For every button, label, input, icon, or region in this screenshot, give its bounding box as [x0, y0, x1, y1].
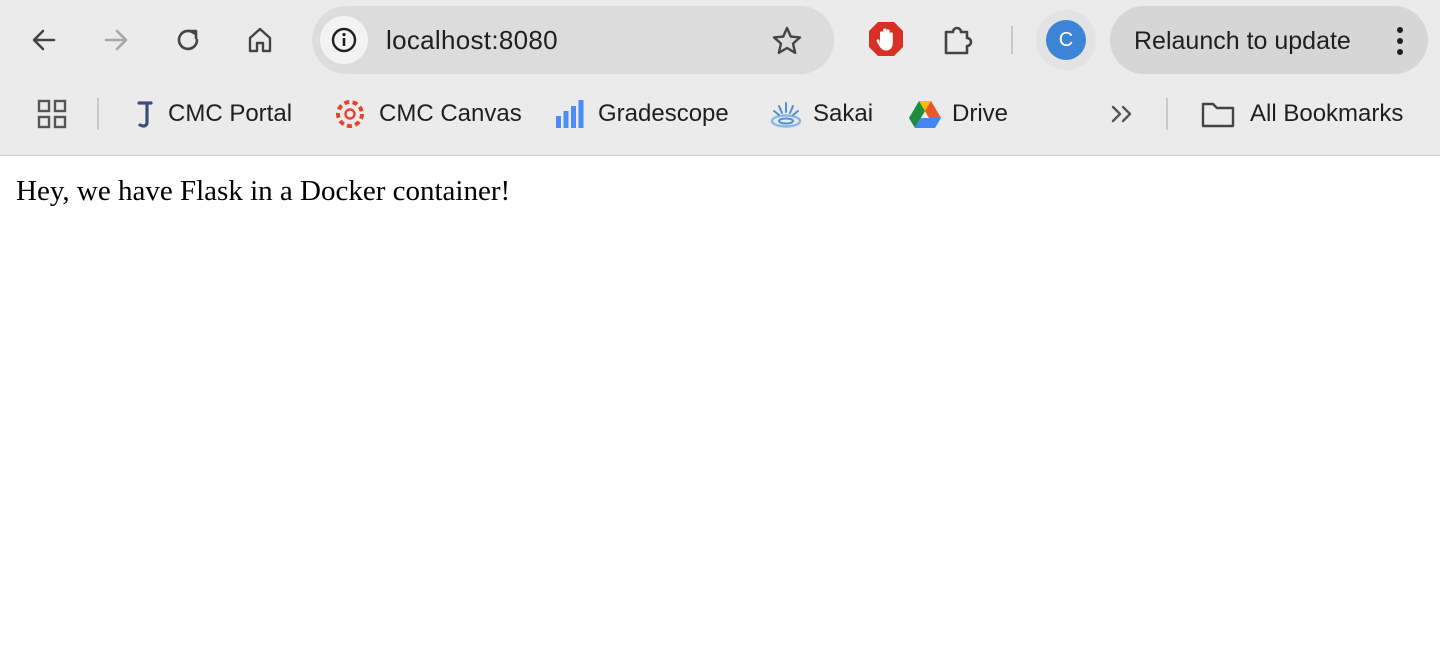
sakai-logo-icon	[770, 102, 802, 128]
google-drive-icon	[909, 101, 941, 128]
all-bookmarks-button[interactable]: All Bookmarks	[1200, 96, 1403, 132]
bookmark-label: Sakai	[813, 100, 874, 127]
folder-icon	[1201, 102, 1235, 128]
bookmark-gradescope[interactable]: Gradescope	[554, 96, 729, 132]
address-bar[interactable]: localhost:8080	[312, 6, 834, 74]
bookmark-cmc-canvas[interactable]: CMC Canvas	[333, 96, 522, 132]
relaunch-button[interactable]: Relaunch to update	[1110, 6, 1428, 74]
reload-icon[interactable]	[166, 18, 210, 62]
url-text[interactable]: localhost:8080	[386, 26, 558, 54]
kebab-menu-icon[interactable]	[1396, 26, 1404, 61]
browser-toolbar: localhost:8080 C Relaunch to update	[0, 0, 1440, 80]
bookmarks-bar: CMC Portal CMC Canvas Gradescope Sakai D…	[0, 80, 1440, 155]
gradescope-logo-icon	[556, 100, 584, 128]
profile-button[interactable]: C	[1036, 10, 1096, 70]
relaunch-label: Relaunch to update	[1134, 27, 1351, 55]
bookmark-label: CMC Portal	[168, 100, 293, 127]
star-outline-icon[interactable]	[770, 24, 804, 63]
bookmark-label: CMC Canvas	[379, 100, 522, 127]
bookmark-cmc-portal[interactable]: CMC Portal	[132, 96, 292, 132]
bookmarks-divider	[1166, 98, 1168, 130]
browser-chrome: localhost:8080 C Relaunch to update CMC …	[0, 0, 1440, 156]
bookmark-drive[interactable]: Drive	[908, 96, 1008, 132]
forward-arrow-icon[interactable]	[94, 18, 138, 62]
back-arrow-icon[interactable]	[22, 18, 66, 62]
j-logo-icon	[137, 101, 153, 128]
canvas-logo-icon	[336, 100, 364, 128]
all-bookmarks-label: All Bookmarks	[1250, 100, 1404, 127]
home-icon[interactable]	[238, 18, 282, 62]
page-body-text: Hey, we have Flask in a Docker container…	[16, 175, 511, 207]
adblock-hand-icon[interactable]	[867, 20, 905, 63]
info-icon[interactable]	[320, 16, 368, 64]
bookmark-sakai[interactable]: Sakai	[769, 96, 873, 132]
bookmarks-divider	[97, 98, 99, 130]
double-chevron-icon[interactable]	[1108, 96, 1136, 132]
toolbar-divider	[1011, 26, 1013, 54]
grid-icon[interactable]	[36, 96, 68, 132]
avatar[interactable]: C	[1046, 20, 1086, 60]
puzzle-piece-icon[interactable]	[940, 20, 978, 63]
bookmark-label: Drive	[952, 100, 1009, 127]
bookmark-label: Gradescope	[598, 100, 729, 127]
